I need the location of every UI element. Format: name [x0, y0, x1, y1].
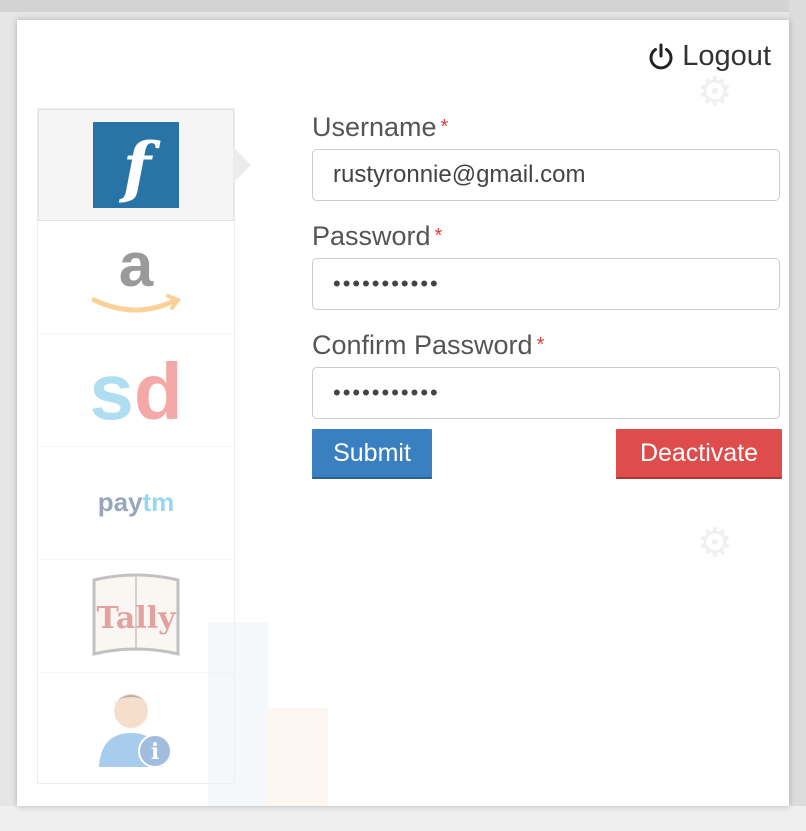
gear-icon: ⚙	[697, 69, 733, 115]
sidebar-item-snapdeal[interactable]: sd	[38, 334, 234, 447]
amazon-logo-letter: a	[119, 234, 154, 300]
gear-icon: ⚙	[697, 520, 733, 566]
required-marker: *	[536, 334, 545, 356]
submit-button[interactable]: Submit	[312, 429, 432, 479]
user-info-icon: i	[99, 694, 172, 768]
confirm-password-input[interactable]	[312, 367, 780, 419]
sidebar-item-flipkart[interactable]: f	[38, 109, 251, 221]
flipkart-logo-icon: f	[93, 122, 179, 208]
form-actions: Submit Deactivate	[312, 429, 782, 479]
deactivate-button[interactable]: Deactivate	[616, 429, 782, 479]
sidebar-item-tally[interactable]: Tally	[38, 560, 234, 673]
tally-logo-icon: Tally	[92, 573, 180, 656]
background-right-edge	[789, 0, 806, 806]
background-top-bar	[0, 0, 806, 12]
paytm-logo-text: paytm	[98, 487, 175, 517]
password-input[interactable]	[312, 258, 780, 310]
tally-logo-text: Tally	[96, 601, 177, 636]
password-label-text: Password	[312, 221, 431, 251]
background-chart-bar	[268, 708, 328, 806]
sidebar-item-paytm[interactable]: paytm	[38, 447, 234, 560]
snapdeal-logo-text: sd	[89, 347, 182, 433]
svg-text:i: i	[151, 739, 159, 765]
logout-label: Logout	[682, 40, 771, 72]
sidebar-item-amazon[interactable]: a	[38, 221, 234, 334]
background-bottom-strip	[0, 806, 806, 831]
credentials-form: Username* Password* Confirm Password* Su…	[312, 108, 782, 479]
confirm-password-label: Confirm Password *	[312, 326, 782, 364]
power-icon	[649, 43, 673, 69]
account-popup: ⚙ ⚙ Logout f a sd paytm Tally i Username…	[17, 20, 789, 806]
required-marker: *	[434, 225, 443, 247]
amazon-logo-icon: a	[91, 234, 182, 313]
username-label: Username *	[312, 108, 782, 146]
logout-button[interactable]: Logout	[646, 40, 771, 73]
sidebar-item-user-info[interactable]: i	[38, 673, 234, 783]
username-input[interactable]	[312, 149, 780, 201]
confirm-password-label-text: Confirm Password	[312, 330, 533, 360]
username-label-text: Username	[312, 112, 437, 142]
password-label: Password *	[312, 217, 782, 255]
marketplace-sidebar: f a sd paytm Tally i	[37, 108, 251, 784]
required-marker: *	[440, 116, 449, 138]
snapdeal-logo-icon: sd	[89, 347, 182, 433]
paytm-logo-icon: paytm	[98, 487, 175, 517]
